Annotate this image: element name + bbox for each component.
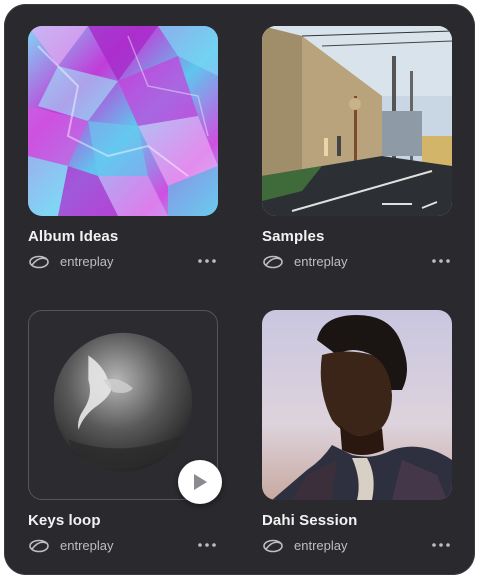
card-meta: entreplay [28, 253, 218, 271]
card-brand: entreplay [294, 254, 348, 269]
entreplay-logo-icon [29, 539, 49, 553]
more-horizontal-icon[interactable] [430, 537, 452, 553]
card-title[interactable]: Dahi Session [262, 512, 357, 529]
card-meta: entreplay [28, 537, 218, 555]
more-horizontal-icon[interactable] [196, 253, 218, 269]
play-icon [194, 474, 207, 490]
card-title[interactable]: Keys loop [28, 512, 101, 529]
card-brand: entreplay [294, 538, 348, 553]
card-title[interactable]: Samples [262, 228, 324, 245]
dahi-session-thumbnail[interactable] [262, 310, 452, 500]
album-ideas-thumbnail[interactable] [28, 26, 218, 216]
entreplay-logo-icon [263, 255, 283, 269]
samples-thumbnail[interactable] [262, 26, 452, 216]
play-button[interactable] [178, 460, 222, 504]
card-title[interactable]: Album Ideas [28, 228, 118, 245]
entreplay-logo-icon [263, 539, 283, 553]
card-brand: entreplay [60, 254, 114, 269]
playlist-grid-panel: Album Ideas entreplay Samples entreplay … [4, 4, 475, 575]
card-meta: entreplay [262, 537, 452, 555]
card-brand: entreplay [60, 538, 114, 553]
card-meta: entreplay [262, 253, 452, 271]
more-horizontal-icon[interactable] [430, 253, 452, 269]
entreplay-logo-icon [29, 255, 49, 269]
more-horizontal-icon[interactable] [196, 537, 218, 553]
